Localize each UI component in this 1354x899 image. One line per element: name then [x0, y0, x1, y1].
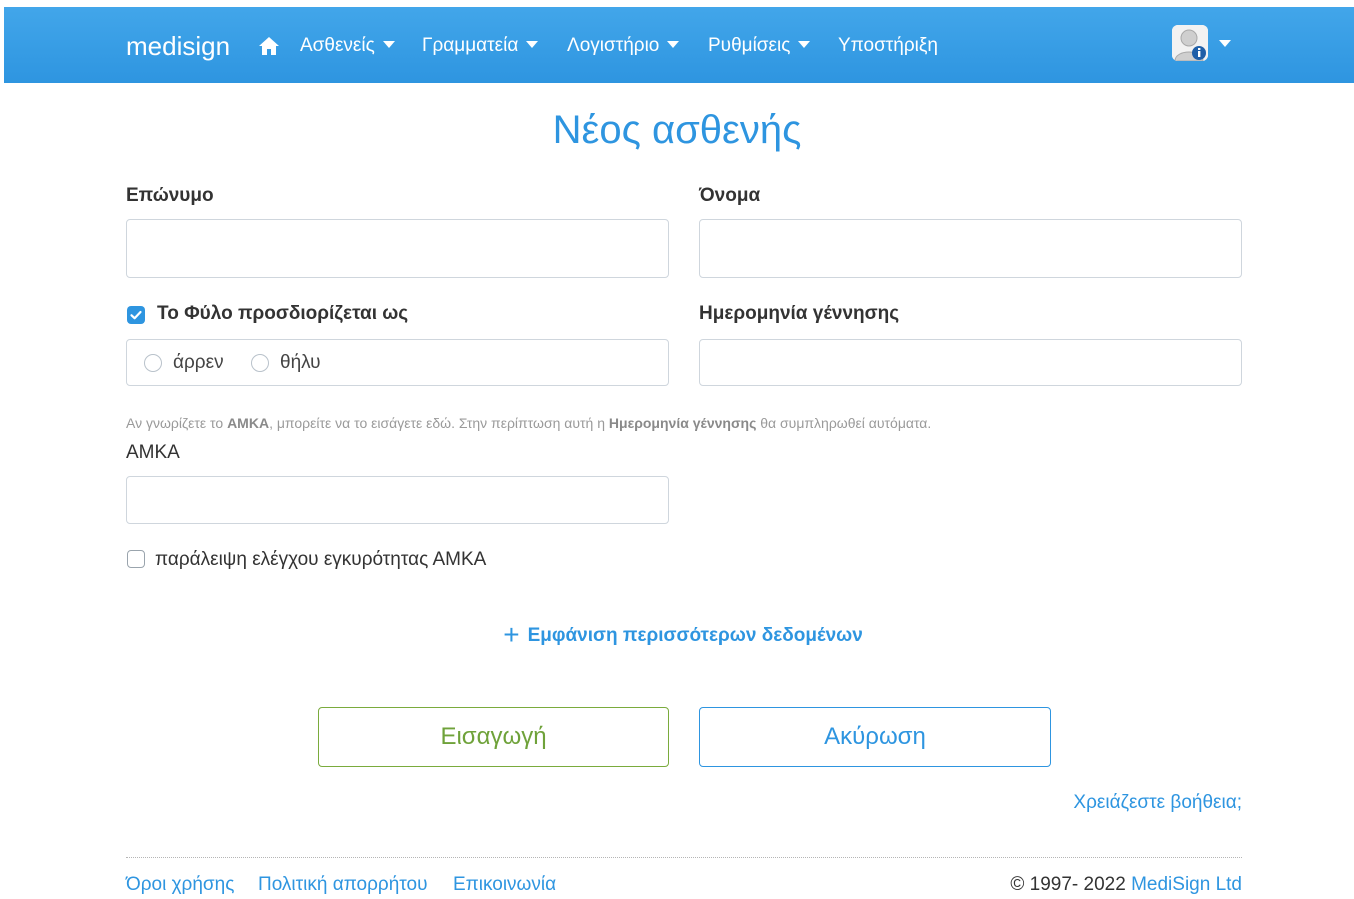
company-link[interactable]: MediSign Ltd — [1131, 874, 1242, 895]
birthdate-input[interactable] — [699, 339, 1242, 386]
chevron-down-icon — [798, 41, 811, 48]
show-more-link[interactable]: + Εμφάνιση περισσότερων δεδομένων — [0, 619, 1354, 651]
chevron-down-icon — [382, 41, 395, 48]
surname-label: Επώνυμο — [126, 185, 214, 206]
nav-support[interactable]: Υποστήριξη — [838, 35, 938, 57]
brand-logo[interactable]: medisign — [126, 31, 230, 62]
nav-patients[interactable]: Ασθενείς — [300, 35, 395, 57]
name-label: Όνομα — [699, 185, 761, 206]
chevron-down-icon — [667, 41, 680, 48]
footer-terms-link[interactable]: Όροι χρήσης — [126, 874, 234, 896]
copyright: © 1997- 2022 MediSign Ltd — [1010, 874, 1242, 896]
chevron-down-icon — [526, 41, 539, 48]
skip-amka-checkbox[interactable] — [127, 550, 145, 568]
help-part: θα συμπληρωθεί αυτόματα. — [756, 415, 932, 431]
birthdate-label: Ημερομηνία γέννησης — [699, 303, 900, 324]
footer-contact-link[interactable]: Επικοινωνία — [453, 874, 556, 896]
help-link[interactable]: Χρειάζεστε βοήθεια; — [1073, 792, 1242, 814]
top-navbar: medisign Ασθενείς Γραμματεία Λογιστήριο … — [4, 7, 1354, 83]
nav-settings-label: Ρυθμίσεις — [708, 35, 791, 56]
page-title: Νέος ασθενής — [552, 108, 802, 152]
plus-icon: + — [503, 619, 520, 650]
gender-radio-group: άρρεν θήλυ — [126, 339, 669, 386]
name-input[interactable] — [699, 219, 1242, 278]
user-info-icon — [1172, 25, 1208, 61]
amka-label: ΑΜΚΑ — [126, 442, 180, 463]
help-part-bold: Ημερομηνία γέννησης — [608, 415, 757, 431]
nav-secretary-label: Γραμματεία — [422, 35, 519, 56]
radio-female-label[interactable]: θήλυ — [280, 352, 321, 374]
gender-label: Το Φύλο προσδιορίζεται ως — [157, 303, 409, 324]
checkmark-icon — [130, 310, 142, 320]
nav-accounting[interactable]: Λογιστήριο — [567, 35, 680, 57]
copyright-text: © 1997- 2022 — [1010, 874, 1132, 895]
user-avatar[interactable] — [1172, 25, 1208, 61]
home-icon[interactable] — [258, 36, 280, 56]
submit-button[interactable]: Εισαγωγή — [318, 707, 669, 767]
footer-divider — [126, 857, 1242, 858]
nav-accounting-label: Λογιστήριο — [567, 35, 660, 56]
radio-male[interactable] — [144, 354, 162, 372]
help-part: Αν γνωρίζετε το — [126, 415, 228, 431]
nav-secretary[interactable]: Γραμματεία — [422, 35, 539, 57]
help-part: , μπορείτε να το εισάγετε εδώ. Στην περί… — [269, 415, 609, 431]
show-more-label: Εμφάνιση περισσότερων δεδομένων — [527, 625, 863, 646]
amka-help-text: Αν γνωρίζετε το ΑΜΚΑ, μπορείτε να το εισ… — [126, 415, 931, 431]
amka-input[interactable] — [126, 476, 669, 524]
help-part-bold: ΑΜΚΑ — [227, 415, 270, 431]
nav-settings[interactable]: Ρυθμίσεις — [708, 35, 811, 57]
surname-input[interactable] — [126, 219, 669, 278]
gender-checkbox[interactable] — [127, 306, 145, 324]
skip-amka-label[interactable]: παράλειψη ελέγχου εγκυρότητας ΑΜΚΑ — [155, 549, 486, 571]
nav-support-label: Υποστήριξη — [838, 35, 938, 56]
footer-privacy-link[interactable]: Πολιτική απορρήτου — [258, 874, 428, 896]
radio-male-label[interactable]: άρρεν — [173, 352, 224, 374]
nav-patients-label: Ασθενείς — [300, 35, 375, 56]
radio-female[interactable] — [251, 354, 269, 372]
avatar-chevron-down-icon[interactable] — [1219, 40, 1231, 47]
cancel-button[interactable]: Ακύρωση — [699, 707, 1051, 767]
